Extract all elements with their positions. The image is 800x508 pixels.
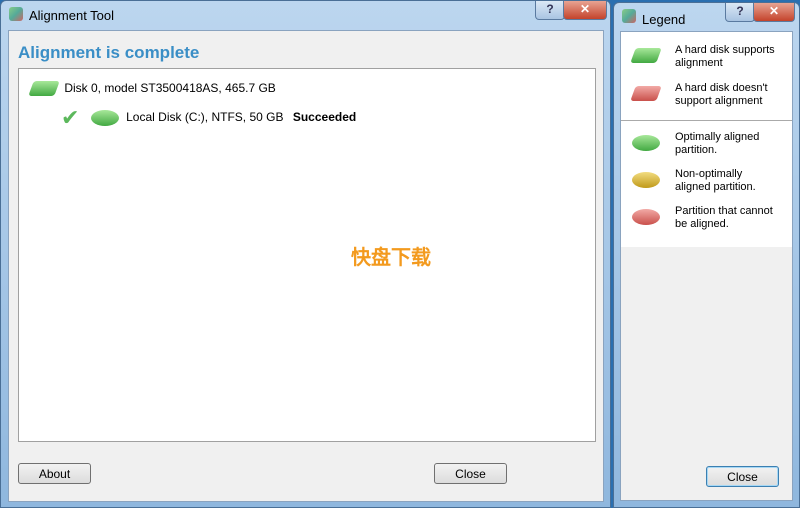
legend-close-button[interactable]: Close [706,466,779,487]
legend-item: A hard disk supports alignment [629,44,775,70]
legend-item: Partition that cannot be aligned. [629,205,780,231]
results-panel: Disk 0, model ST3500418AS, 465.7 GB ✔ Lo… [18,68,596,442]
partition-green-icon [90,110,119,126]
legend-client: A hard disk supports alignment A hard di… [620,31,793,501]
partition-green-icon [632,135,660,151]
partition-red-icon [632,209,660,225]
legend-panel: A hard disk supports alignment A hard di… [621,32,792,247]
hard-disk-green-icon [28,81,60,97]
hard-disk-red-icon [630,86,662,101]
close-button[interactable]: Close [434,463,507,484]
app-icon [9,7,23,21]
legend-item: Optimally aligned partition. [629,131,775,157]
help-button[interactable]: ? [535,1,565,20]
partition-label: Local Disk (C:), NTFS, 50 GB [126,110,284,125]
legend-item: A hard disk doesn't support alignment [629,82,775,108]
partition-row[interactable]: ✔ Local Disk (C:), NTFS, 50 GB Succeeded [61,105,356,131]
legend-window: Legend ? ✕ A hard disk supports alignmen… [613,2,800,508]
about-button[interactable]: About [18,463,91,484]
watermark-logo: 快盘下载 [351,247,431,269]
checkmark-icon: ✔ [61,105,80,130]
legend-help-button[interactable]: ? [725,3,755,22]
hard-disk-green-icon [630,48,662,63]
client-area: Alignment is complete Disk 0, model ST35… [8,30,604,502]
disk-row[interactable]: Disk 0, model ST3500418AS, 465.7 GB [28,81,276,97]
alignment-tool-window: Alignment Tool ? ✕ Alignment is complete… [0,0,611,508]
legend-title: Legend [642,12,686,27]
legend-app-icon [622,9,636,23]
legend-close-window-button[interactable]: ✕ [753,3,795,22]
window-title: Alignment Tool [29,8,115,23]
divider [621,120,792,121]
close-window-button[interactable]: ✕ [563,1,607,20]
disk-label: Disk 0, model ST3500418AS, 465.7 GB [64,81,276,95]
partition-yellow-icon [632,172,660,188]
status-text: Succeeded [292,110,357,125]
legend-item: Non-optimally aligned partition. [629,168,775,194]
page-title: Alignment is complete [18,43,200,62]
